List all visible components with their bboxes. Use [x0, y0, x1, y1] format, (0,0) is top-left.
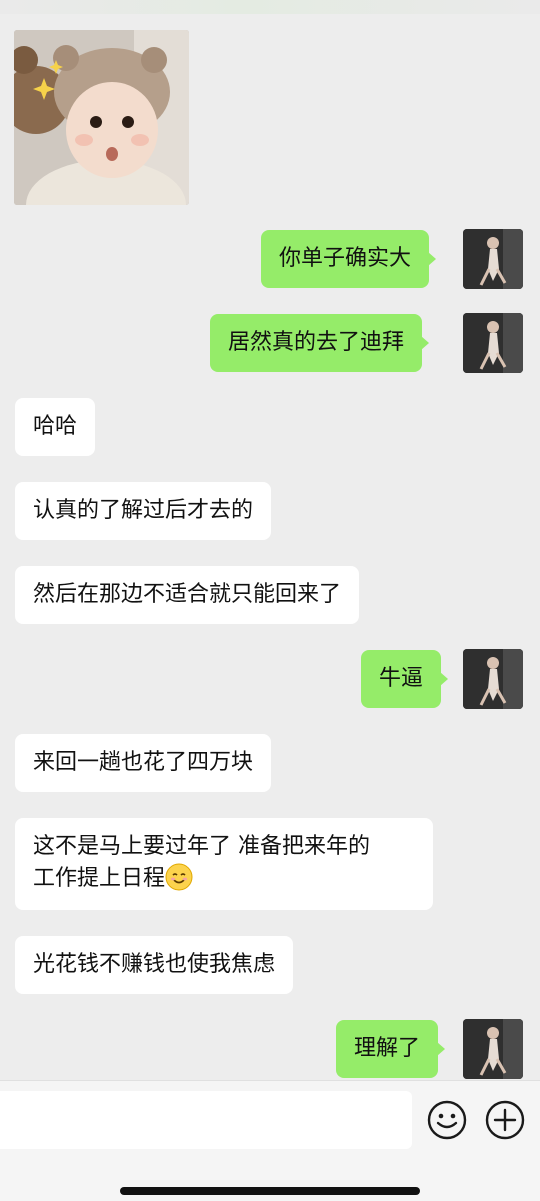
- baby-photo: [14, 30, 189, 205]
- self-avatar[interactable]: [463, 313, 523, 373]
- message-text: 认真的了解过后才去的: [33, 498, 254, 523]
- self-avatar[interactable]: [463, 649, 523, 709]
- message-bubble-incoming[interactable]: 哈哈: [15, 398, 96, 456]
- message-text: 牛逼: [379, 666, 424, 691]
- message-text: 然后在那边不适合就只能回来了: [33, 582, 342, 607]
- avatar-image: [463, 649, 523, 709]
- smiling-face-emoji: [165, 863, 193, 901]
- message-bubble-incoming[interactable]: 然后在那边不适合就只能回来了: [15, 566, 360, 624]
- message-text: 来回一趟也花了四万块: [33, 750, 254, 775]
- message-text-line1: 这不是马上要过年了 准备把来年的: [33, 834, 370, 859]
- home-indicator: [120, 1187, 420, 1195]
- self-avatar[interactable]: [463, 1019, 523, 1079]
- message-text-line2-row: 工作提上日程: [33, 863, 415, 901]
- message-text: 你单子确实大: [279, 246, 412, 271]
- message-input[interactable]: [0, 1091, 412, 1149]
- self-avatar[interactable]: [463, 229, 523, 289]
- avatar-image: [463, 1019, 523, 1079]
- message-bubble-outgoing[interactable]: 你单子确实大: [261, 230, 437, 288]
- message-bubble-outgoing[interactable]: 理解了: [336, 1020, 446, 1078]
- message-bubble-incoming[interactable]: 认真的了解过后才去的: [15, 482, 272, 540]
- message-text: 居然真的去了迪拜: [228, 330, 405, 355]
- message-text: 光花钱不赚钱也使我焦虑: [33, 952, 276, 977]
- message-bubble-outgoing[interactable]: 居然真的去了迪拜: [210, 314, 430, 372]
- input-bar: [0, 1080, 540, 1201]
- avatar-image: [463, 313, 523, 373]
- plus-icon[interactable]: [484, 1099, 526, 1141]
- message-bubble-incoming[interactable]: 这不是马上要过年了 准备把来年的 工作提上日程: [15, 818, 433, 910]
- message-bubble-incoming[interactable]: 光花钱不赚钱也使我焦虑: [15, 936, 294, 994]
- message-bubble-outgoing[interactable]: 牛逼: [361, 650, 449, 708]
- chat-area[interactable]: 你单子确实大 居然真的去了迪拜 哈哈 认真的了解过后才去的 然后在那边不适合就只…: [0, 0, 540, 1080]
- emoji-icon[interactable]: [426, 1099, 468, 1141]
- message-bubble-incoming[interactable]: 来回一趟也花了四万块: [15, 734, 272, 792]
- message-text-line2: 工作提上日程: [33, 866, 166, 891]
- message-text: 理解了: [354, 1036, 421, 1061]
- message-text: 哈哈: [33, 414, 78, 439]
- avatar-image: [463, 229, 523, 289]
- baby-photo-message[interactable]: [14, 30, 189, 205]
